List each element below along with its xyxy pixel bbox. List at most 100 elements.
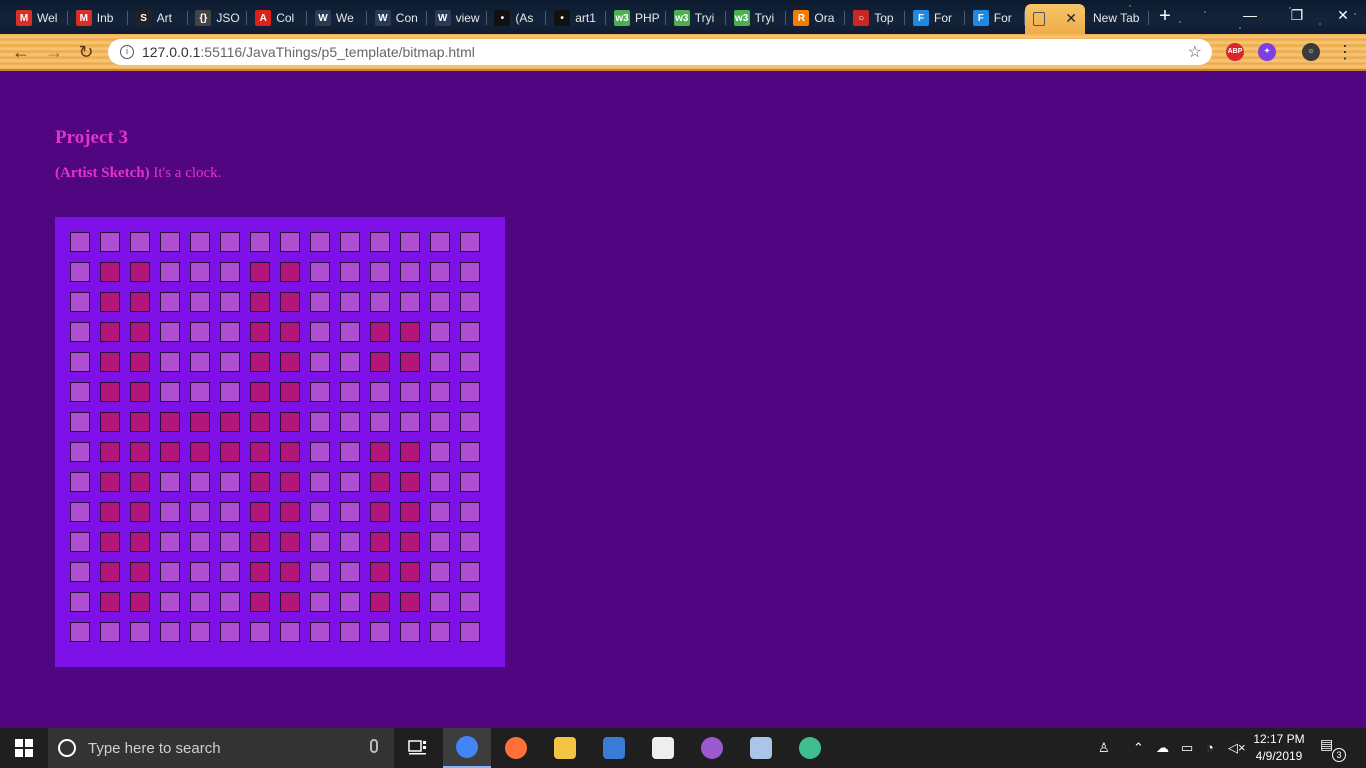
forward-button[interactable]: → <box>43 41 65 63</box>
tab-9[interactable]: • art1 <box>546 4 607 32</box>
menu-icon[interactable]: ⋮ <box>1334 41 1356 63</box>
taskbar-search[interactable]: Type here to search <box>48 728 394 768</box>
taskbar-app-4[interactable] <box>639 728 687 768</box>
tab-16[interactable]: F For <box>965 4 1025 32</box>
show-hidden-icons[interactable]: ⌃ <box>1133 740 1144 756</box>
system-clock[interactable]: 12:17 PM 4/9/2019 <box>1250 731 1308 765</box>
taskbar-app-1[interactable] <box>492 728 540 768</box>
abp-icon[interactable]: ABP <box>1226 43 1244 61</box>
taskbar-app-5[interactable] <box>688 728 736 768</box>
page-content: Project 3 (Artist Sketch) It's a clock. <box>0 73 1366 728</box>
tab-12[interactable]: w3 Tryi <box>726 4 786 32</box>
pixel-on <box>370 352 390 372</box>
back-button[interactable]: ← <box>10 41 32 63</box>
notification-count: 3 <box>1332 748 1346 762</box>
tab-title: Inb <box>96 11 114 25</box>
address-bar[interactable]: i 127.0.0.1:55116/JavaThings/p5_template… <box>108 39 1212 65</box>
site-info-icon[interactable]: i <box>120 45 134 59</box>
tab-15[interactable]: F For <box>905 4 965 32</box>
new-tab-button[interactable]: + <box>1154 6 1176 28</box>
tab-11[interactable]: w3 Tryi <box>666 4 726 32</box>
tab-1[interactable]: M Inb <box>68 4 128 32</box>
github-desktop-icon <box>701 737 723 759</box>
color-picker-icon[interactable]: ✦ <box>1258 43 1276 61</box>
pixel-off <box>460 322 480 342</box>
pixel-off <box>160 472 180 492</box>
pixel-on <box>130 352 150 372</box>
taskbar-app-7[interactable] <box>786 728 834 768</box>
pixel-off <box>220 532 240 552</box>
action-center-button[interactable]: ▤ 3 <box>1320 736 1346 762</box>
onedrive-icon[interactable]: ☁ <box>1156 740 1169 756</box>
clock-time: 12:17 PM <box>1253 732 1305 746</box>
pixel-off <box>340 472 360 492</box>
pixel-on <box>280 532 300 552</box>
pixel-on <box>100 292 120 312</box>
tab-4[interactable]: A Col <box>247 4 308 32</box>
task-view-icon <box>408 740 426 755</box>
microphone-icon[interactable] <box>370 739 378 753</box>
tab-close-icon[interactable]: ✕ <box>1065 10 1077 27</box>
wix-icon: W <box>315 10 331 26</box>
pixel-off <box>400 412 420 432</box>
pixel-on <box>130 562 150 582</box>
pixel-on <box>250 352 270 372</box>
tab-14[interactable]: ○ Top <box>845 4 906 32</box>
description-bold: (Artist Sketch) <box>55 165 150 181</box>
tab-6[interactable]: W Con <box>367 4 427 32</box>
tab-active[interactable]: ✕ <box>1025 4 1085 34</box>
restore-button[interactable]: ❐ <box>1277 4 1317 26</box>
pixel-on <box>250 292 270 312</box>
profile-avatar-icon[interactable]: ☺ <box>1302 43 1320 61</box>
pixel-off <box>310 592 330 612</box>
pixel-on <box>280 592 300 612</box>
tab-13[interactable]: R Ora <box>785 4 846 32</box>
page-icon <box>1033 12 1045 26</box>
battery-icon[interactable]: ▭ <box>1181 740 1193 756</box>
pixel-on <box>370 562 390 582</box>
pixel-off <box>220 592 240 612</box>
taskbar-app-6[interactable] <box>737 728 785 768</box>
start-button[interactable] <box>0 728 48 768</box>
pixel-off <box>70 262 90 282</box>
pixel-on <box>280 472 300 492</box>
pixel-off <box>280 622 300 642</box>
pixel-off <box>160 502 180 522</box>
pixel-off <box>250 232 270 252</box>
tab-8[interactable]: • (As <box>486 4 547 32</box>
tab-0[interactable]: M Wel <box>8 4 68 32</box>
bookmark-star-icon[interactable]: ☆ <box>1188 42 1202 62</box>
people-icon[interactable]: ♙ <box>1098 740 1110 756</box>
volume-muted-icon[interactable]: ◁× <box>1228 740 1246 756</box>
task-view-button[interactable] <box>394 728 442 768</box>
pixel-off <box>190 232 210 252</box>
tab-7[interactable]: Wview <box>427 4 487 32</box>
tab-10[interactable]: w3 PHP <box>606 4 666 32</box>
pixel-on <box>370 442 390 462</box>
tab-3[interactable]: {} JSO <box>187 4 248 32</box>
pixel-off <box>340 502 360 522</box>
taskbar-app-3[interactable] <box>590 728 638 768</box>
photos-icon <box>750 737 772 759</box>
tab-new-tab[interactable]: New Tab <box>1085 4 1149 32</box>
pixel-on <box>100 592 120 612</box>
bitmap-canvas[interactable] <box>55 217 505 667</box>
tab-5[interactable]: W We <box>307 4 367 32</box>
reload-button[interactable]: ↻ <box>75 41 97 63</box>
pixel-off <box>340 622 360 642</box>
tab-title: (As <box>515 11 534 25</box>
pixel-on <box>250 592 270 612</box>
store-icon <box>603 737 625 759</box>
pixel-off <box>190 562 210 582</box>
pixel-on <box>280 352 300 372</box>
tab-title: JSO <box>216 11 240 25</box>
taskbar-app-2[interactable] <box>541 728 589 768</box>
tab-2[interactable]: S Art <box>128 4 188 32</box>
pixel-off <box>310 622 330 642</box>
pixel-off <box>250 622 270 642</box>
wifi-icon[interactable]: ◔ <box>1206 740 1214 755</box>
close-window-button[interactable]: ✕ <box>1323 4 1363 26</box>
taskbar-app-0[interactable] <box>443 728 491 768</box>
tab-title: Con <box>395 11 418 25</box>
minimize-button[interactable]: — <box>1230 4 1270 26</box>
